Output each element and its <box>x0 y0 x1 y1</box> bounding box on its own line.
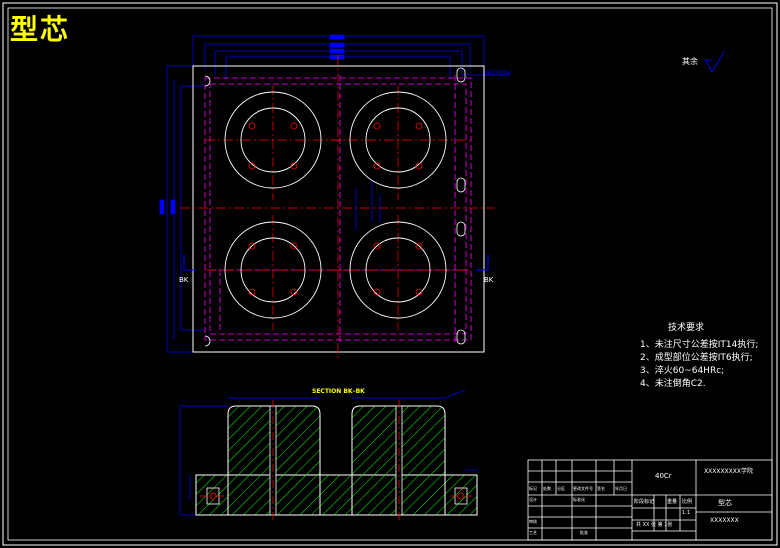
tb-row-label-6: 年月日 <box>615 486 627 491</box>
surface-note: 其余 <box>682 57 698 66</box>
section-tag-top: SECTION <box>484 70 511 77</box>
tb-row-label-2: 处数 <box>543 486 551 491</box>
ejector-holes <box>248 122 423 296</box>
section-mark-left: BK <box>179 276 189 284</box>
tech-req-item-1: 1、未注尺寸公差按IT14执行; <box>640 340 759 350</box>
tb-stage-label: 阶段标记 <box>634 499 655 505</box>
base-right-hatch <box>444 474 478 516</box>
tb-row-label-5: 签名 <box>597 486 605 491</box>
roughness-symbol <box>704 51 725 73</box>
tb-row-label-3: 分区 <box>557 486 565 491</box>
tb-row-label-4: 更改文件号 <box>573 486 593 491</box>
plan-dimensions <box>159 34 510 353</box>
tb-process-label: 工艺 <box>529 530 537 535</box>
tb-material: 40Cr <box>655 472 672 480</box>
section-marks <box>183 254 489 271</box>
tech-req-item-3: 3、淬火60~64HRc; <box>640 366 725 376</box>
tech-req-heading: 技术要求 <box>668 323 705 333</box>
tech-requirements: 技术要求 1、未注尺寸公差按IT14执行; 2、成型部位公差按IT6执行; 3、… <box>640 322 758 391</box>
tb-scale-label: 比例 <box>682 499 693 505</box>
side-holes <box>204 67 466 347</box>
tb-company: XXXXXXXXX学院 <box>704 468 753 475</box>
tb-design-label: 设计 <box>529 497 537 502</box>
drawing-canvas <box>2 2 778 546</box>
tb-scale: 1:1 <box>682 510 691 516</box>
tb-drawing-no: XXXXXXX <box>710 517 739 524</box>
base-mid-hatch <box>319 474 353 516</box>
center-lines <box>180 55 495 360</box>
section-label: SECTION BK–BK <box>312 388 365 395</box>
section-mark-right: BK <box>484 276 494 284</box>
tb-std-label: 标准化 <box>573 497 585 502</box>
tb-sheet: 共 XX 张 第 1张 <box>636 522 673 528</box>
tech-req-item-4: 4、未注倒角C2. <box>640 379 706 389</box>
section-view <box>179 389 478 520</box>
tb-row-label-1: 标记 <box>529 486 537 491</box>
tb-weight-label: 重量 <box>667 499 678 505</box>
core-cavities <box>224 91 447 319</box>
tb-part-name: 型芯 <box>718 499 732 507</box>
tb-approve-label: 批准 <box>580 530 588 535</box>
base-left-hatch <box>195 474 229 516</box>
plan-view <box>159 34 510 360</box>
tb-check-label: 审核 <box>529 519 537 524</box>
tech-req-item-2: 2、成型部位公差按IT6执行; <box>640 353 753 363</box>
